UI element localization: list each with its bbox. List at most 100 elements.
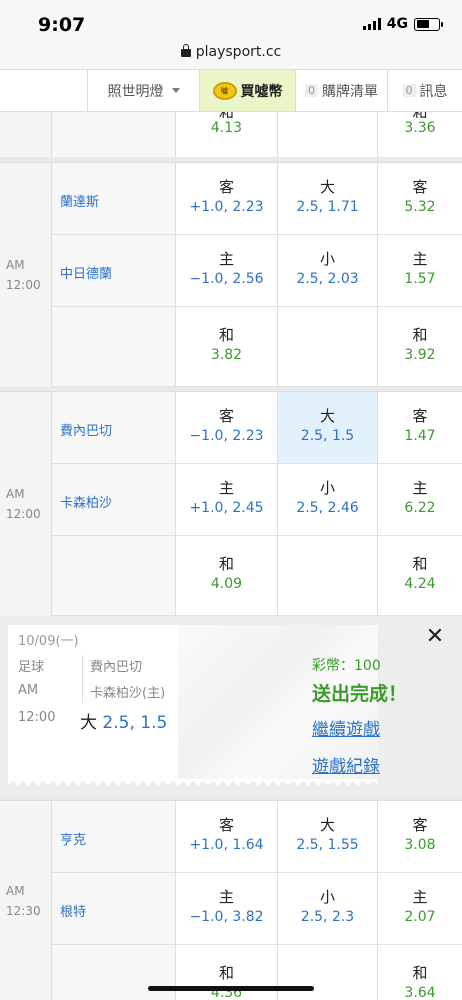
bet-selection-value: 2.5, 1.5: [102, 713, 168, 733]
odds-cell-moneyline[interactable]: 主 6.22: [378, 464, 462, 535]
signal-icon: [362, 18, 381, 30]
odds-value: 3.92: [404, 347, 436, 363]
team-cell: [52, 112, 176, 157]
odds-label: 主: [218, 250, 234, 268]
odds-cell-handicap[interactable]: 主 −1.0, 3.82: [176, 873, 278, 944]
nav-item-messages[interactable]: 0 訊息: [388, 70, 462, 111]
odds-cell-draw[interactable]: 和 3.82: [176, 307, 278, 386]
odds-cell-handicap[interactable]: 客 +1.0, 1.64: [176, 801, 278, 872]
odds-cell-draw[interactable]: 和 4.36: [176, 945, 278, 1000]
game-block: AM 12:30 亨克 客 +1.0, 1.64 大 2.5, 1.55 客 3.08…: [0, 800, 462, 1000]
game-block: AM 12:00 費內巴切 客 −1.0, 2.23 大 2.5, 1.5 客 1.4…: [0, 391, 462, 616]
nav-item-cart-label: 購牌清單: [322, 83, 378, 100]
odds-cell-handicap[interactable]: 主 +1.0, 2.45: [176, 464, 278, 535]
odds-cell-moneyline[interactable]: 客 3.08: [378, 801, 462, 872]
team-name[interactable]: 卡森柏沙: [52, 464, 176, 535]
odds-label: 主: [412, 250, 428, 268]
url-text: playsport.cc: [195, 44, 282, 60]
odds-cell-moneyline[interactable]: 客 1.47: [378, 392, 462, 463]
odds-cell-draw[interactable]: 和 4.24: [378, 536, 462, 615]
game-clock: 12:30: [6, 903, 41, 918]
odds-cell-draw[interactable]: 和 3.36: [378, 112, 462, 157]
odds-label: 小: [319, 250, 335, 268]
odds-value: +1.0, 2.23: [189, 199, 264, 215]
odds-cell-total[interactable]: 小 2.5, 2.46: [278, 464, 378, 535]
odds-value: 3.82: [210, 347, 243, 363]
odds-value: 4.13: [210, 120, 243, 136]
coin-icon: 噓: [212, 81, 237, 100]
odds-cell-draw[interactable]: 和 3.64: [378, 945, 462, 1000]
submit-success-message: 送出完成！: [312, 683, 408, 705]
status-bar: 9:07 4G: [0, 0, 462, 40]
odds-cell-handicap[interactable]: 客 +1.0, 2.23: [176, 163, 278, 234]
odds-value: 3.36: [404, 120, 436, 136]
bet-sport: 足球: [18, 660, 45, 675]
team-name-empty: [52, 945, 176, 1000]
game-time: AM 12:30: [0, 801, 52, 1000]
bet-ampm: AM: [18, 683, 39, 698]
odds-cell-moneyline[interactable]: 主 1.57: [378, 235, 462, 306]
table-row: 中日德蘭 主 −1.0, 2.56 小 2.5, 2.03 主 1.57: [52, 235, 462, 307]
odds-cell-total[interactable]: 小 2.5, 2.3: [278, 873, 378, 944]
game-ampm: AM: [6, 487, 25, 501]
odds-label: 客: [412, 407, 428, 425]
odds-label: 主: [218, 888, 234, 906]
game-ampm: AM: [6, 883, 25, 898]
home-indicator[interactable]: [148, 986, 314, 991]
team-name[interactable]: 根特: [52, 873, 176, 944]
odds-label: 和: [412, 326, 428, 344]
odds-value: 2.5, 2.03: [296, 271, 359, 287]
team-name[interactable]: 中日德蘭: [52, 235, 176, 306]
table-row: 和 4.09 和 4.24: [52, 536, 462, 616]
odds-label: 大: [319, 407, 335, 425]
ticket-torn-edge: [8, 779, 378, 787]
odds-cell-handicap[interactable]: 主 −1.0, 2.56: [176, 235, 278, 306]
odds-label: 主: [412, 888, 428, 906]
odds-value: +1.0, 2.45: [189, 500, 264, 516]
odds-value: 2.5, 1.71: [296, 199, 359, 215]
nav-item-buy-coins[interactable]: 噓 買噓幣: [200, 70, 296, 111]
odds-cell-moneyline[interactable]: 主 2.07: [378, 873, 462, 944]
table-row: 和 3.82 和 3.92: [52, 307, 462, 387]
odds-cell-draw[interactable]: 和 3.92: [378, 307, 462, 386]
odds-cell-moneyline[interactable]: 客 5.32: [378, 163, 462, 234]
team-name[interactable]: 亨克: [52, 801, 176, 872]
game-clock: 12:00: [6, 278, 41, 292]
odds-cell-total[interactable]: 小 2.5, 2.03: [278, 235, 378, 306]
odds-cell-total[interactable]: 大 2.5, 1.55: [278, 801, 378, 872]
odds-cell-total[interactable]: 大 2.5, 1.71: [278, 163, 378, 234]
nav-item-guide[interactable]: 照世明燈: [88, 70, 200, 111]
game-time: AM 12:00: [0, 392, 52, 616]
nav-item-buy-coins-label: 買噓幣: [240, 83, 283, 100]
odds-value: 2.07: [404, 909, 436, 925]
status-time: 9:07: [38, 14, 86, 36]
continue-game-link[interactable]: 繼續遊戲: [312, 715, 380, 740]
odds-label: 客: [218, 178, 234, 196]
odds-label: 小: [319, 888, 335, 906]
odds-cell-draw[interactable]: 和 4.09: [176, 536, 278, 615]
odds-cell-handicap[interactable]: 客 −1.0, 2.23: [176, 392, 278, 463]
nav-item-messages-label: 訊息: [419, 83, 448, 100]
nav-item-cart[interactable]: 0 購牌清單: [296, 70, 388, 111]
previous-game-fragment: 和 4.13 和 3.36: [0, 112, 462, 157]
team-name-empty: [52, 307, 176, 386]
table-row: 費內巴切 客 −1.0, 2.23 大 2.5, 1.5 客 1.47: [52, 392, 462, 464]
address-bar[interactable]: playsport.cc: [0, 40, 462, 70]
team-name[interactable]: 蘭達斯: [52, 163, 176, 234]
cart-count-badge: 0: [305, 84, 318, 97]
bet-time: 12:00: [18, 710, 56, 725]
odds-value: 2.5, 1.55: [296, 837, 359, 853]
game-ampm: AM: [6, 258, 25, 272]
close-icon[interactable]: ✕: [420, 622, 450, 652]
odds-cell-empty: [278, 945, 378, 1000]
nav-item-guide-label: 照世明燈: [107, 83, 164, 100]
odds-cell-total-selected[interactable]: 大 2.5, 1.5: [278, 392, 378, 463]
team-name[interactable]: 費內巴切: [52, 392, 176, 463]
top-nav: 照世明燈 噓 買噓幣 0 購牌清單 0 訊息: [0, 70, 462, 112]
bet-team-away: 費內巴切: [90, 660, 143, 675]
odds-cell-draw[interactable]: 和 4.13: [176, 112, 278, 157]
battery-icon: [414, 17, 443, 31]
game-history-link[interactable]: 遊戲紀錄: [312, 752, 380, 777]
odds-label: 和: [218, 555, 234, 573]
game-time: AM 12:00: [0, 163, 52, 387]
